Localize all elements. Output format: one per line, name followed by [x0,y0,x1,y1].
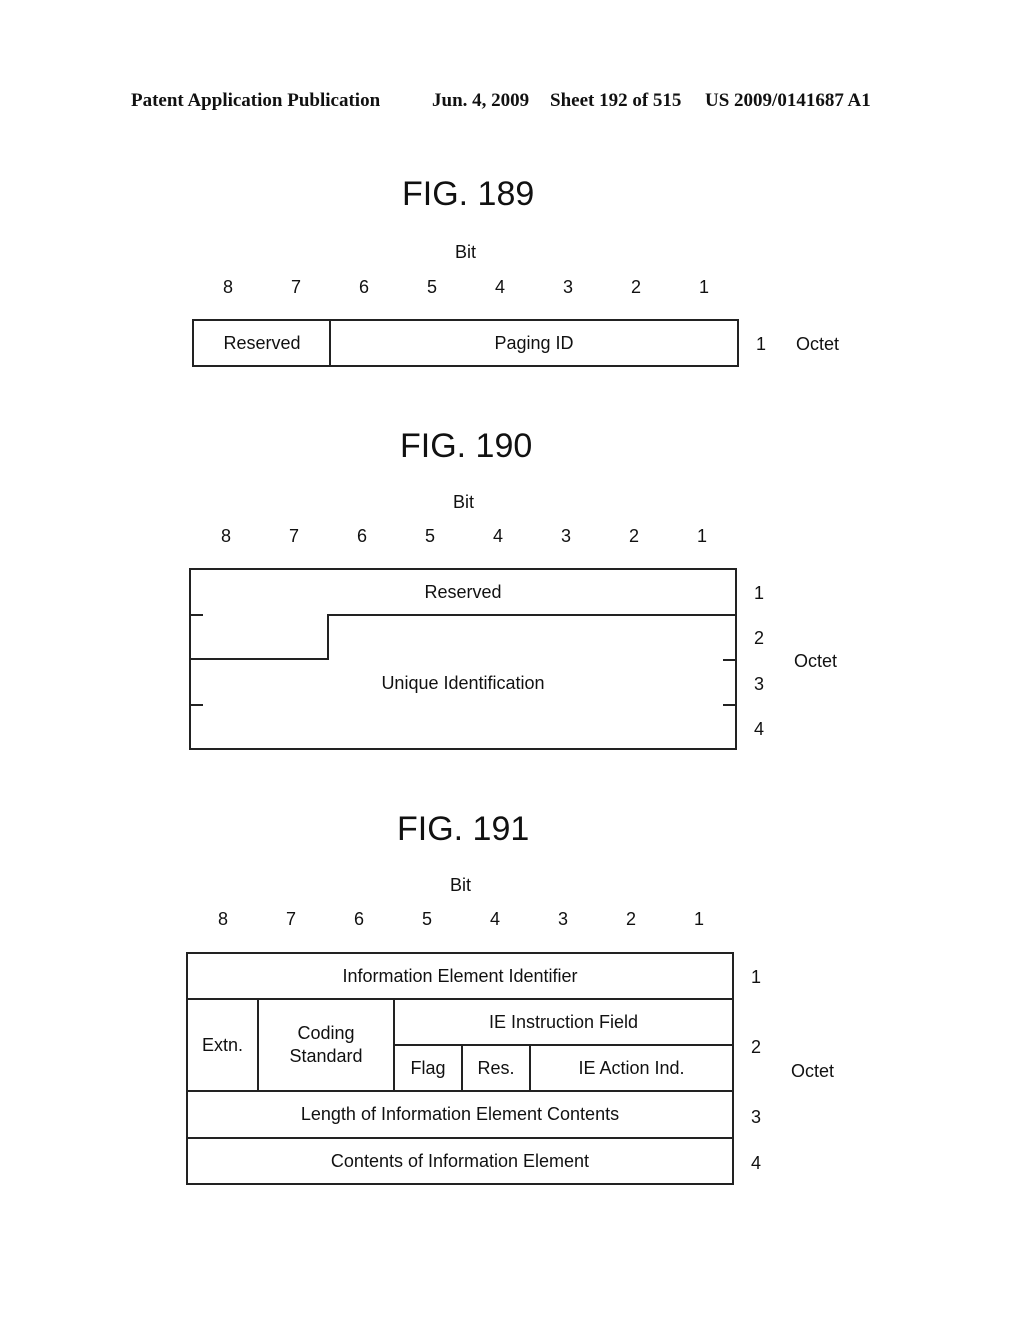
fig190-octet-label: Octet [794,651,838,671]
fig190-frame: Reserved Unique Identification [189,568,737,750]
bit-3: 3 [562,277,573,297]
reserved-bottom-line [328,614,735,616]
fig191-octet-4: 4 [751,1153,762,1173]
bit-6: 6 [353,909,364,929]
bit-7: 7 [290,277,301,297]
fig191-octet-2: 2 [751,1037,762,1057]
unique-identification-field: Unique Identification [381,672,545,693]
fig190-title: FIG. 190 [400,427,533,465]
bit-8: 8 [217,909,228,929]
bit-5: 5 [426,277,437,297]
fig191-bit-label: Bit [450,875,472,895]
bit-5: 5 [421,909,432,929]
bit-1: 1 [696,526,707,546]
bit-5: 5 [424,526,435,546]
bit-2: 2 [630,277,641,297]
fig189-bit-label: Bit [455,242,477,262]
bit-4: 4 [492,526,503,546]
bit-3: 3 [557,909,568,929]
reserved-field: Reserved [223,332,301,353]
publication-date: Jun. 4, 2009 [432,90,530,111]
fig190-bit-label: Bit [453,492,475,512]
fig190-octet-3: 3 [754,674,765,694]
bit-2: 2 [628,526,639,546]
step-vertical-line [327,614,329,660]
fig191-title: FIG. 191 [397,810,530,848]
bit-8: 8 [220,526,231,546]
sheet-number: Sheet 192 of 515 [550,90,682,111]
bit-7: 7 [288,526,299,546]
fig191-octet-3: 3 [751,1107,762,1127]
bit-8: 8 [222,277,233,297]
bit-6: 6 [358,277,369,297]
tick-left-octet2 [191,614,203,616]
bit-1: 1 [698,277,709,297]
fig190-octet-1: 1 [754,583,765,603]
paging-id-field: Paging ID [494,332,574,353]
extn-field: Extn. [201,1034,244,1055]
coding-standard-field: Coding Standard [289,1023,363,1066]
bit-6: 6 [356,526,367,546]
bit-4: 4 [494,277,505,297]
fig190-octet-2: 2 [754,628,765,648]
fig191-octet-1: 1 [751,967,762,987]
ie-identifier-field: Information Element Identifier [342,965,578,986]
flag-field: Flag [410,1057,446,1078]
patent-number: US 2009/0141687 A1 [705,90,871,111]
fig189-octet-label: Octet [796,334,840,354]
bit-2: 2 [625,909,636,929]
res-field: Res. [477,1057,515,1078]
bit-1: 1 [693,909,704,929]
fig189-frame: Reserved Paging ID [192,319,739,367]
fig190-octet-4: 4 [754,719,765,739]
fig191-frame: Information Element Identifier Extn. Cod… [186,952,734,1185]
fig191-octet-label: Octet [791,1061,835,1081]
length-field: Length of Information Element Contents [300,1103,620,1124]
fig189-octet-1: 1 [756,334,767,354]
contents-field: Contents of Information Element [330,1150,590,1171]
ie-instruction-field: IE Instruction Field [488,1011,639,1032]
publication-label: Patent Application Publication [131,90,381,111]
fig189-title: FIG. 189 [402,175,535,213]
ie-action-field: IE Action Ind. [578,1057,685,1078]
reserved-field: Reserved [424,581,502,602]
bit-3: 3 [560,526,571,546]
bit-4: 4 [489,909,500,929]
bit-7: 7 [285,909,296,929]
